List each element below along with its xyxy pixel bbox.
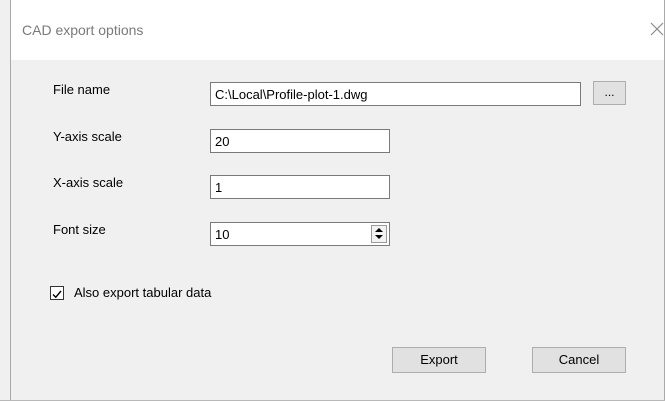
export-tabular-label[interactable]: Also export tabular data <box>74 285 211 300</box>
y-axis-scale-input[interactable]: 20 <box>210 129 390 153</box>
arrow-down-icon[interactable] <box>372 234 386 242</box>
close-icon[interactable] <box>645 17 665 41</box>
cancel-button[interactable]: Cancel <box>532 347 626 373</box>
checkmark-icon <box>52 290 62 299</box>
browse-button[interactable]: ... <box>593 81 626 105</box>
y-axis-scale-label: Y-axis scale <box>53 129 122 144</box>
x-axis-scale-label: X-axis scale <box>53 175 124 190</box>
x-axis-scale-input[interactable]: 1 <box>210 175 390 199</box>
dialog-body: File name C:\Local\Profile-plot-1.dwg ..… <box>11 60 664 400</box>
title-bar[interactable]: CAD export options <box>11 0 664 60</box>
cad-export-dialog: CAD export options File name C:\Local\Pr… <box>0 0 665 401</box>
font-size-value: 10 <box>215 227 230 242</box>
arrow-up-icon[interactable] <box>372 226 386 234</box>
dialog-title: CAD export options <box>22 22 144 38</box>
export-tabular-checkbox[interactable] <box>50 286 64 300</box>
export-button[interactable]: Export <box>392 347 486 373</box>
font-size-spinner[interactable] <box>371 225 387 243</box>
font-size-input[interactable]: 10 <box>210 222 390 246</box>
file-name-label: File name <box>53 82 111 97</box>
file-name-input[interactable]: C:\Local\Profile-plot-1.dwg <box>210 82 581 106</box>
font-size-label: Font size <box>53 222 106 237</box>
